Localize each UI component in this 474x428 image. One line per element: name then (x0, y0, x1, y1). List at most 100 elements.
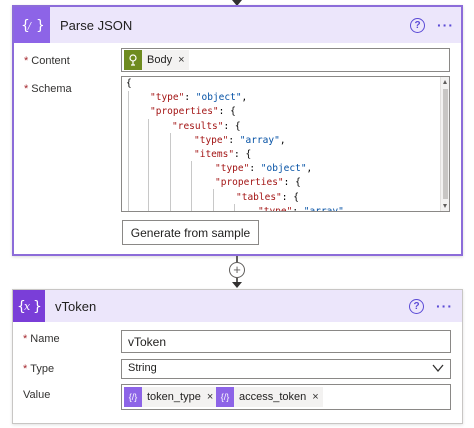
body-token-icon (124, 50, 142, 70)
add-step-button[interactable]: + (229, 262, 245, 278)
indent-guide (148, 119, 149, 211)
code-punct: : (228, 134, 240, 146)
code-string: "object" (260, 163, 307, 175)
content-input[interactable]: Body × (121, 48, 450, 72)
code-punct: : { (218, 106, 236, 118)
required-asterisk: * (24, 55, 29, 67)
code-punct: : (249, 163, 261, 175)
access-token-token[interactable]: {/} access_token × (216, 387, 323, 407)
parse-json-header[interactable]: { / } Parse JSON ? ··· (14, 7, 461, 43)
code-key: "type" (258, 205, 293, 212)
required-asterisk: * (23, 363, 28, 375)
remove-token-icon[interactable]: × (312, 391, 318, 403)
schema-code-line: "type": "array", (258, 205, 350, 212)
indent-guide (191, 161, 192, 211)
name-label-text: Name (30, 333, 60, 345)
vtoken-header[interactable]: { x } vToken ? ··· (13, 290, 462, 322)
help-button[interactable]: ? (410, 18, 425, 33)
schema-code-line: "properties": { (215, 176, 301, 190)
schema-code-line: "properties": { (150, 105, 236, 119)
chevron-down-icon[interactable] (432, 363, 444, 376)
schema-code-line: "type": "object", (215, 162, 312, 176)
code-string: "object" (195, 92, 242, 104)
code-punct: : { (283, 177, 301, 189)
type-label-text: Type (30, 363, 55, 375)
name-label: * Name (23, 333, 60, 345)
code-punct: : { (281, 191, 299, 203)
schema-code-line: "results": { (172, 120, 241, 134)
schema-code-line: "tables": { (236, 191, 299, 205)
indent-guide (234, 204, 235, 211)
type-label: * Type (23, 363, 54, 375)
code-punct: : (184, 92, 196, 104)
code-key: "properties" (215, 177, 284, 189)
code-key: "results" (172, 120, 224, 132)
variable-x-icon: { x } (13, 290, 45, 322)
token-label: token_type (147, 391, 201, 403)
required-asterisk: * (24, 83, 29, 95)
content-label-text: Content (31, 55, 70, 67)
type-select[interactable]: String (121, 359, 451, 379)
name-input-value: vToken (128, 335, 167, 349)
schema-code-line: { (126, 77, 132, 91)
code-key: "items" (194, 149, 235, 160)
content-label: * Content (24, 55, 70, 67)
code-punct: : { (234, 149, 252, 160)
scroll-down-arrow-icon[interactable] (443, 204, 447, 208)
code-key: "type" (215, 163, 250, 175)
body-token[interactable]: Body × (124, 50, 189, 70)
type-select-value: String (128, 362, 157, 374)
svg-text:/: / (27, 22, 32, 32)
schema-code-line: "items": { (194, 148, 251, 162)
code-key: "type" (150, 92, 185, 104)
scroll-thumb[interactable] (443, 89, 448, 199)
schema-label-text: Schema (31, 83, 72, 95)
code-key: "type" (194, 134, 229, 146)
code-string: "array" (303, 205, 344, 212)
code-punct: , (343, 205, 350, 212)
scroll-up-arrow-icon[interactable] (443, 80, 447, 84)
remove-token-icon[interactable]: × (207, 391, 213, 403)
svg-text:}: } (36, 18, 43, 34)
indent-guide (170, 133, 171, 211)
braces-icon: {/} (216, 387, 234, 407)
vtoken-card[interactable]: { x } vToken ? ··· *Name vToken *Type St… (12, 289, 463, 424)
generate-from-sample-button[interactable]: Generate from sample (122, 220, 259, 245)
more-options-button[interactable]: ··· (436, 299, 453, 313)
schema-code-line: "type": "array", (194, 134, 286, 148)
card-title: vToken (55, 299, 97, 314)
code-punct: , (306, 163, 313, 175)
code-punct: { (126, 78, 132, 89)
code-punct: : { (223, 120, 241, 132)
schema-code-line: "type": "object", (150, 91, 247, 105)
svg-text:x: x (24, 300, 31, 313)
value-label: Value (23, 389, 51, 401)
svg-text:}: } (33, 299, 41, 315)
indent-guide (128, 91, 129, 211)
schema-editor[interactable]: {"type": "object", "properties": {"result… (121, 76, 450, 212)
more-options-button[interactable]: ··· (437, 18, 454, 32)
help-button[interactable]: ? (409, 299, 424, 314)
braces-icon: { / } (14, 7, 50, 43)
value-input[interactable]: {/} token_type × {/} access_token × (121, 384, 451, 410)
parse-json-card[interactable]: { / } Parse JSON ? ··· *Content Body × *… (12, 5, 463, 256)
code-punct: : (292, 205, 304, 212)
name-input[interactable]: vToken (121, 330, 451, 353)
body-token-label: Body (147, 54, 173, 66)
required-asterisk: * (23, 333, 28, 345)
token-type-token[interactable]: {/} token_type × (124, 387, 218, 407)
schema-scrollbar[interactable] (440, 77, 449, 211)
code-key: "tables" (236, 191, 282, 203)
schema-label: * Schema (24, 83, 72, 95)
code-punct: , (241, 92, 248, 104)
remove-token-icon[interactable]: × (178, 54, 184, 66)
code-punct: , (279, 134, 286, 146)
token-label: access_token (239, 391, 307, 403)
flow-canvas: { / } Parse JSON ? ··· *Content Body × *… (0, 0, 474, 428)
card-title: Parse JSON (60, 18, 133, 33)
braces-icon: {/} (124, 387, 142, 407)
code-string: "array" (239, 134, 280, 146)
connector-arrow-icon (232, 282, 242, 288)
indent-guide (213, 189, 214, 211)
code-key: "properties" (150, 106, 219, 118)
